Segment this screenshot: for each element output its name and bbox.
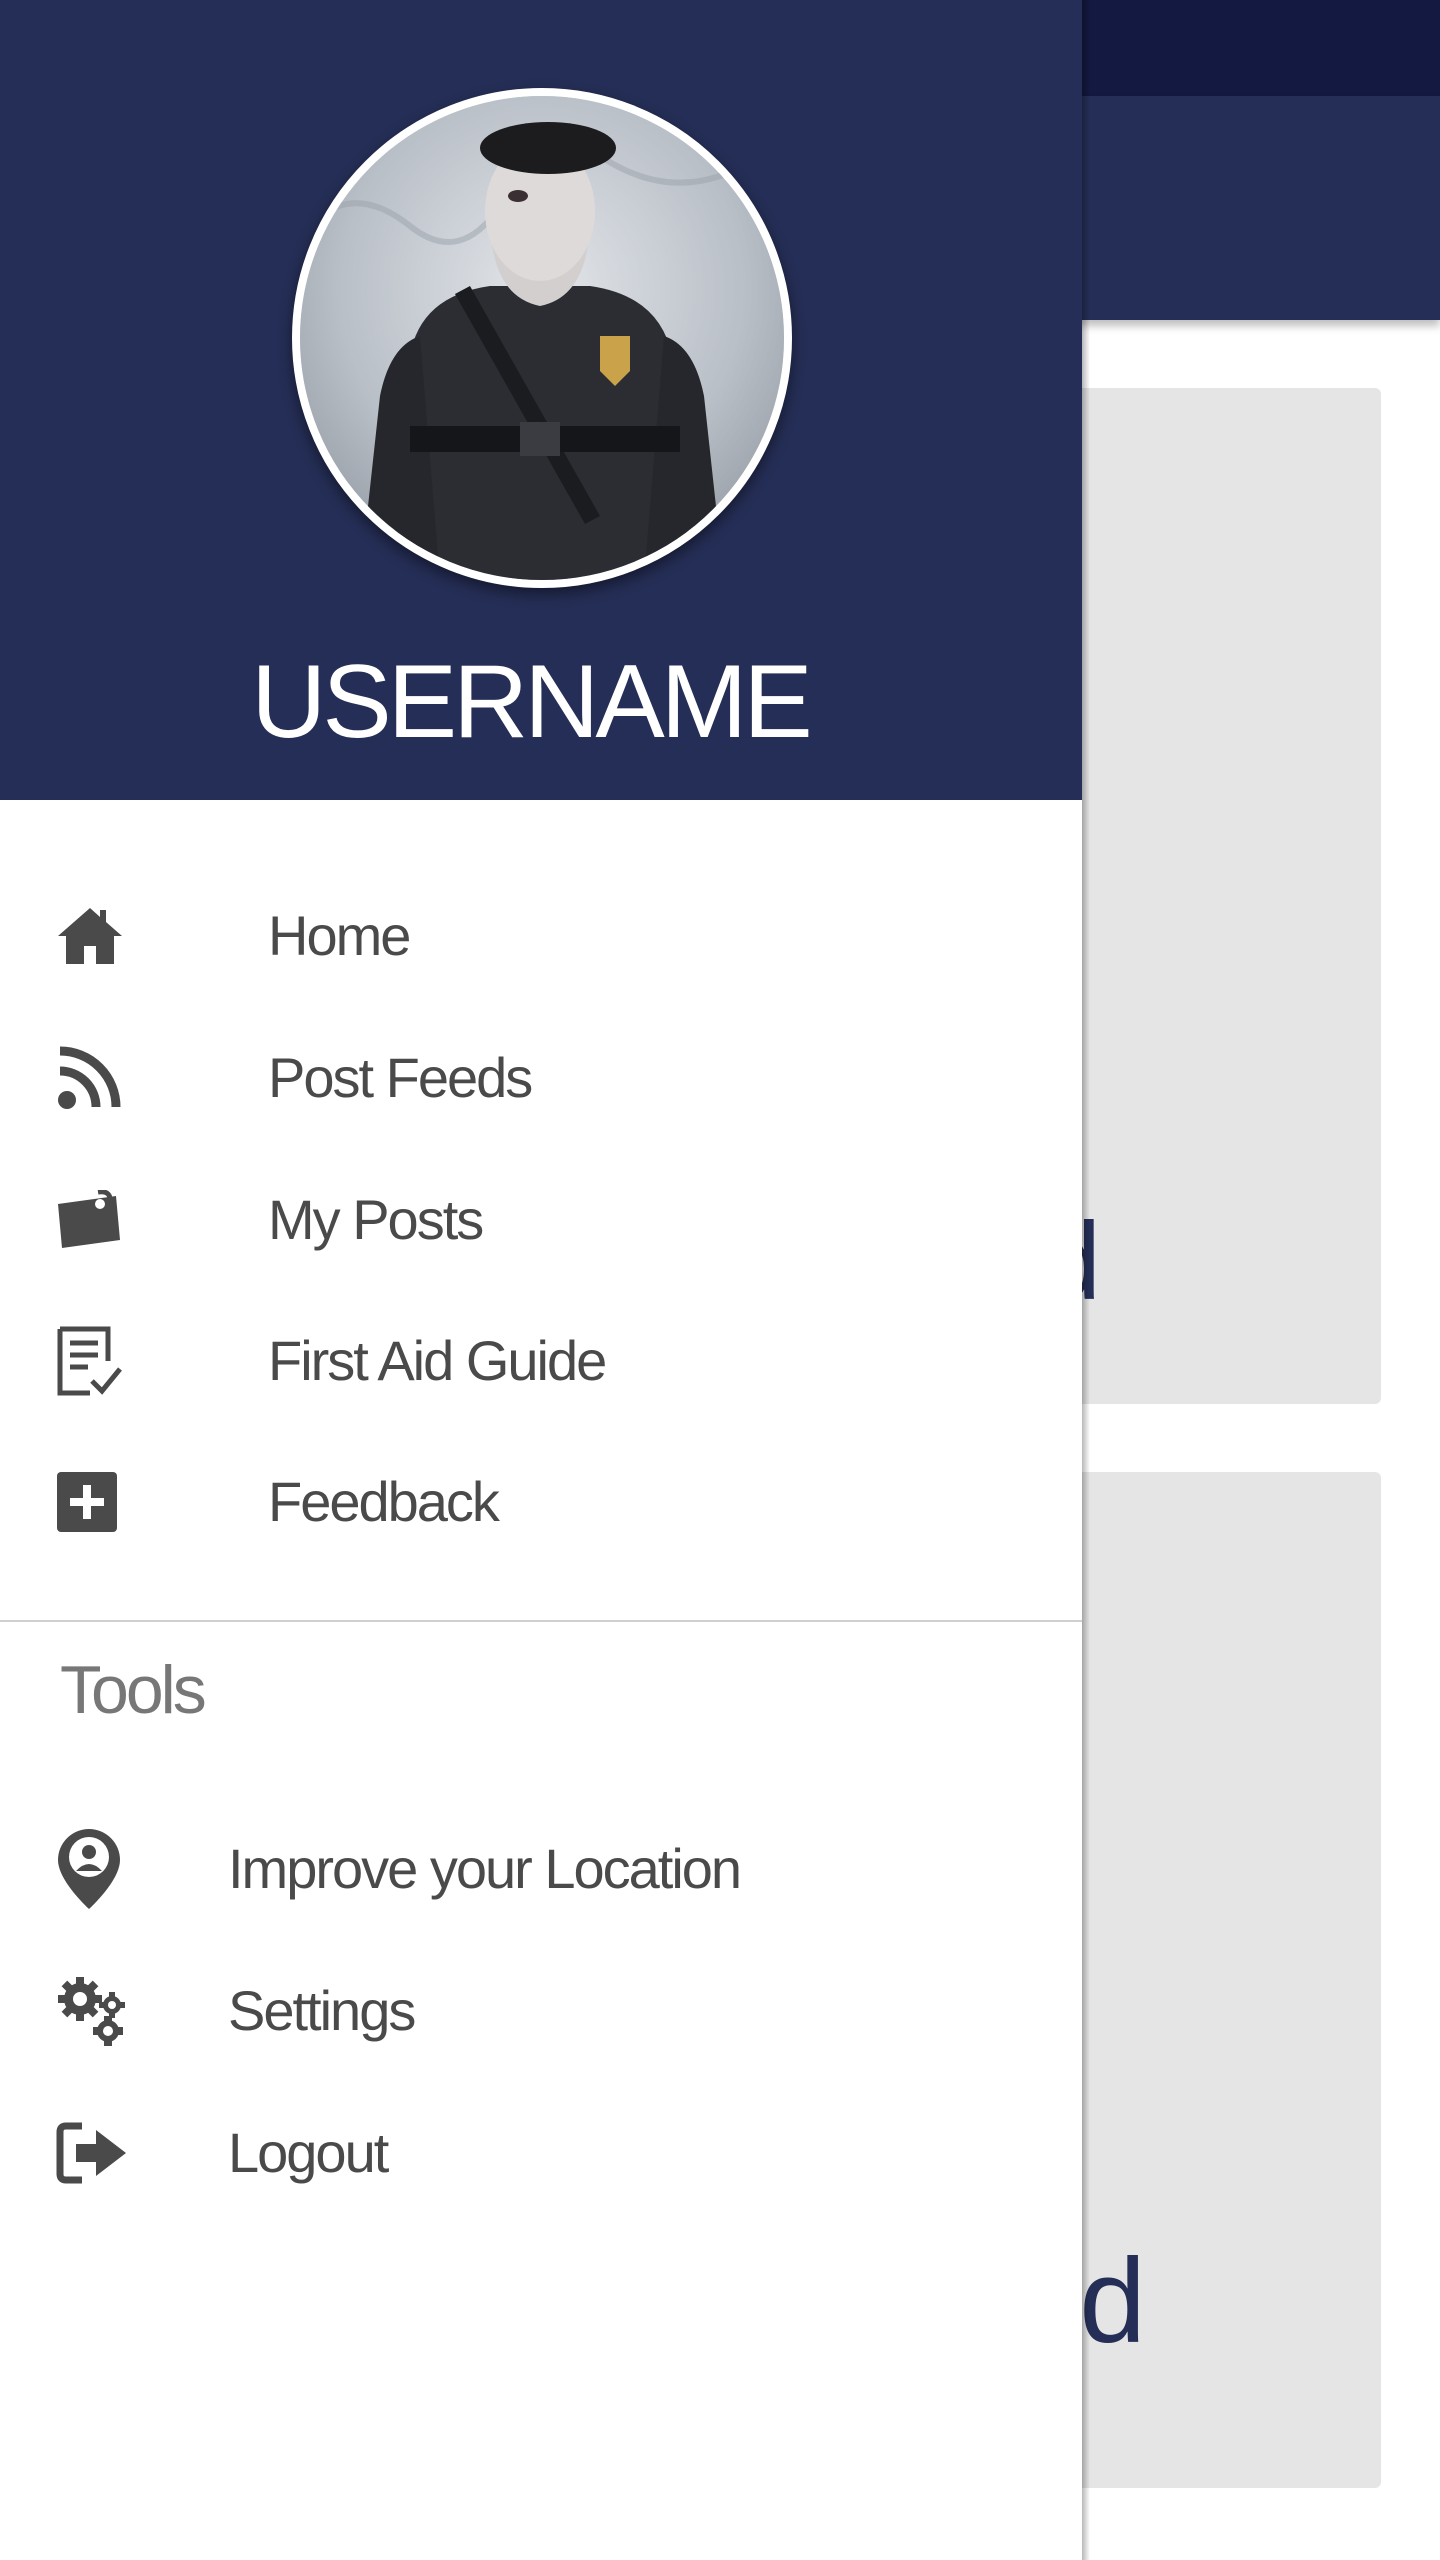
- menu-item-improve-location[interactable]: Improve your Location: [0, 1799, 1082, 1939]
- menu-item-label: Settings: [228, 1979, 416, 2042]
- menu-item-feedback[interactable]: Feedback: [0, 1432, 1082, 1572]
- menu-item-label: Home: [268, 904, 411, 967]
- home-icon: [56, 866, 136, 1006]
- drawer-shadow: [1082, 0, 1090, 2560]
- note-icon: [56, 1150, 136, 1290]
- section-title-tools: Tools: [60, 1652, 207, 1728]
- divider: [0, 1620, 1082, 1622]
- menu-item-label: Post Feeds: [268, 1046, 533, 1109]
- plus-square-icon: [56, 1432, 136, 1572]
- menu-item-logout[interactable]: Logout: [0, 2083, 1082, 2223]
- checklist-icon: [56, 1291, 136, 1431]
- menu-item-label: First Aid Guide: [268, 1329, 607, 1392]
- menu-item-first-aid-guide[interactable]: First Aid Guide: [0, 1291, 1082, 1431]
- menu-item-my-posts[interactable]: My Posts: [0, 1150, 1082, 1290]
- menu-item-label: Logout: [228, 2121, 389, 2184]
- gears-icon: [56, 1941, 136, 2081]
- location-pin-icon: [56, 1799, 136, 1939]
- username: USERNAME: [251, 644, 812, 760]
- avatar[interactable]: [292, 88, 792, 588]
- menu-item-label: Feedback: [268, 1470, 500, 1533]
- avatar-image: [300, 96, 784, 580]
- logout-icon: [56, 2083, 136, 2223]
- drawer-header: USERNAME: [0, 0, 1082, 800]
- navigation-drawer: USERNAME Home Post Feeds My Posts First …: [0, 0, 1082, 2560]
- menu-item-home[interactable]: Home: [0, 866, 1082, 1006]
- menu-item-post-feeds[interactable]: Post Feeds: [0, 1008, 1082, 1148]
- menu-item-label: Improve your Location: [228, 1837, 742, 1900]
- menu-item-label: My Posts: [268, 1188, 484, 1251]
- menu-item-settings[interactable]: Settings: [0, 1941, 1082, 2081]
- rss-icon: [56, 1008, 136, 1148]
